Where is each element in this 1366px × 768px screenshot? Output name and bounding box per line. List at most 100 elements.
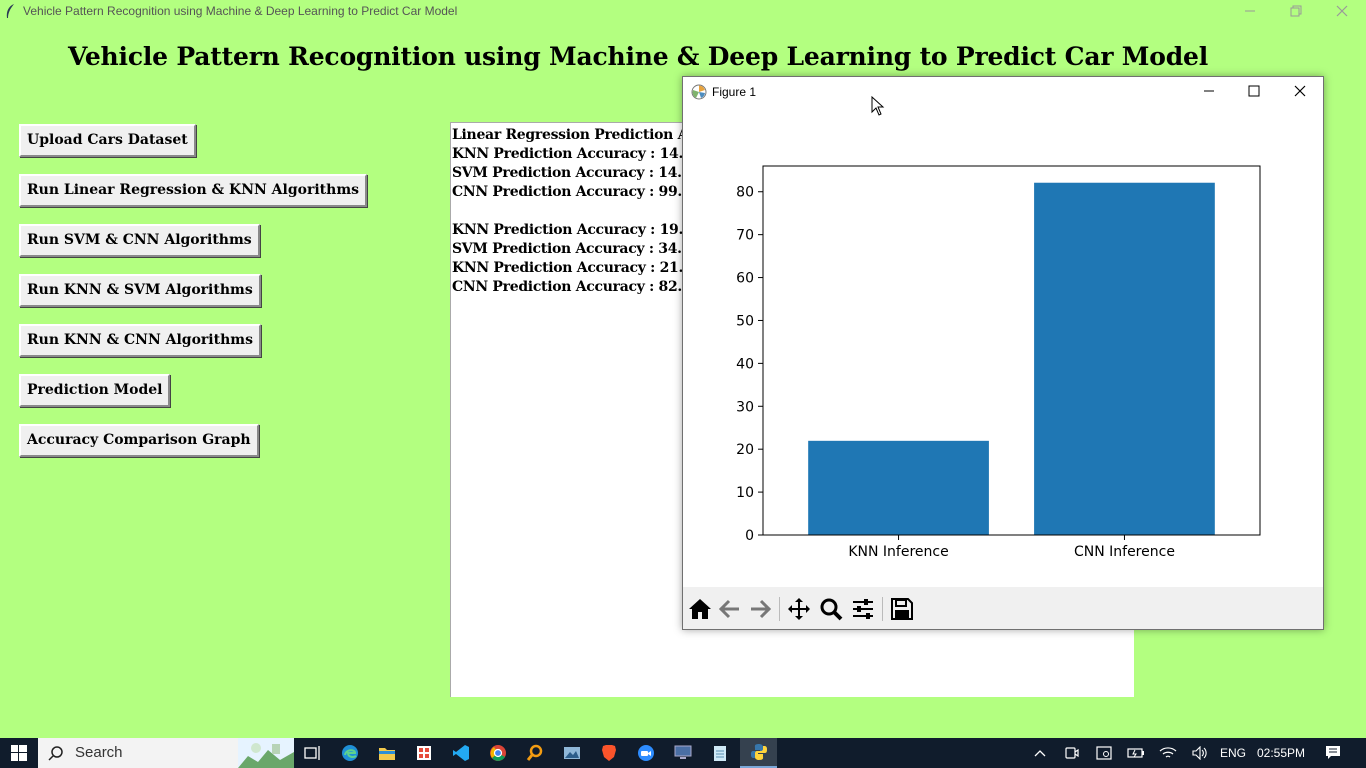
- notifications-icon: [1326, 746, 1340, 759]
- taskbar-remote-desktop[interactable]: [664, 738, 701, 768]
- x-tick-label: CNN Inference: [1074, 544, 1175, 560]
- close-button[interactable]: [1319, 0, 1365, 23]
- taskbar-vscode[interactable]: [442, 738, 479, 768]
- save-icon: [891, 598, 913, 620]
- brave-icon: [601, 745, 616, 761]
- y-tick-label: 60: [736, 271, 754, 287]
- wifi-icon: [1159, 747, 1177, 758]
- matplotlib-icon: [691, 84, 707, 100]
- taskbar-chrome[interactable]: [479, 738, 516, 768]
- figure-window: Figure 1 KNN Inference CNN Inference 0 10 20…: [682, 76, 1324, 630]
- y-tick-label: 20: [736, 442, 754, 458]
- start-button[interactable]: [0, 738, 37, 768]
- figure-close-button[interactable]: [1277, 77, 1323, 107]
- bar-chart: KNN Inference CNN Inference 0 10 20 30 40 50 60 7…: [736, 165, 1261, 560]
- search-icon: [48, 746, 63, 761]
- accuracy-graph-button[interactable]: Accuracy Comparison Graph: [19, 424, 259, 457]
- store-icon: [416, 746, 431, 760]
- taskbar-brave[interactable]: [590, 738, 627, 768]
- monitor-icon: [674, 745, 691, 759]
- back-button[interactable]: [716, 595, 744, 623]
- tray-battery[interactable]: [1124, 738, 1148, 768]
- chevron-up-icon: [1034, 750, 1046, 757]
- chrome-icon: [489, 745, 506, 761]
- speaker-icon: [1192, 746, 1207, 760]
- figure-title: Figure 1: [712, 85, 757, 99]
- camera-icon: [1065, 747, 1079, 759]
- magnifier-app-icon: [526, 744, 542, 761]
- taskbar: Search ENG 02:55PM: [0, 738, 1366, 768]
- y-tick-label: 50: [736, 313, 754, 329]
- battery-icon: [1127, 748, 1144, 758]
- pan-icon: [788, 598, 810, 620]
- taskbar-edge[interactable]: [331, 738, 368, 768]
- taskbar-python[interactable]: [740, 738, 777, 768]
- tray-network[interactable]: [1156, 738, 1180, 768]
- close-icon: [1294, 85, 1306, 97]
- restore-icon: [1290, 5, 1302, 17]
- taskbar-file-explorer[interactable]: [368, 738, 405, 768]
- settings-tray-icon: [1096, 746, 1112, 760]
- taskbar-notepad[interactable]: [701, 738, 738, 768]
- run-knn-cnn-button[interactable]: Run KNN & CNN Algorithms: [19, 324, 261, 357]
- taskbar-image-viewer[interactable]: [553, 738, 590, 768]
- figure-maximize-button[interactable]: [1231, 77, 1277, 107]
- y-tick-label: 30: [736, 399, 754, 415]
- tray-volume[interactable]: [1188, 738, 1212, 768]
- tray-display[interactable]: [1092, 738, 1116, 768]
- minimize-icon: [1204, 90, 1214, 92]
- configure-subplots-icon: [853, 599, 873, 619]
- y-tick-label: 10: [736, 485, 754, 501]
- page-title: Vehicle Pattern Recognition using Machin…: [67, 42, 1209, 71]
- run-svm-cnn-button[interactable]: Run SVM & CNN Algorithms: [19, 224, 260, 257]
- show-hidden-icons-button[interactable]: [1028, 738, 1052, 768]
- upload-dataset-button[interactable]: Upload Cars Dataset: [19, 124, 196, 157]
- figure-titlebar: Figure 1: [683, 77, 1323, 107]
- run-knn-svm-button[interactable]: Run KNN & SVM Algorithms: [19, 274, 261, 307]
- vscode-icon: [452, 745, 469, 761]
- edge-icon: [341, 745, 358, 761]
- pan-button[interactable]: [785, 595, 813, 623]
- tray-meet-now[interactable]: [1060, 738, 1084, 768]
- maximize-icon: [1248, 85, 1260, 97]
- tray-clock[interactable]: 02:55PM: [1252, 738, 1310, 768]
- python-feather-icon: [6, 4, 14, 18]
- window-titlebar: Vehicle Pattern Recognition using Machin…: [0, 0, 1366, 23]
- tray-language[interactable]: ENG: [1218, 738, 1248, 768]
- zoom-app-icon: [637, 745, 654, 761]
- python-icon: [750, 744, 767, 760]
- folder-icon: [378, 748, 395, 760]
- window-title: Vehicle Pattern Recognition using Machin…: [23, 4, 458, 18]
- minimize-button[interactable]: [1227, 0, 1273, 23]
- zoom-icon: [820, 598, 843, 621]
- configure-subplots-button[interactable]: [849, 595, 877, 623]
- image-viewer-icon: [563, 747, 580, 759]
- search-highlight-image: [238, 738, 294, 768]
- taskbar-zoom[interactable]: [627, 738, 664, 768]
- mouse-cursor-icon: [871, 96, 885, 116]
- zoom-button[interactable]: [817, 595, 845, 623]
- forward-button[interactable]: [746, 595, 774, 623]
- toolbar-divider: [882, 597, 883, 621]
- y-tick-label: 70: [736, 228, 754, 244]
- taskbar-search-app[interactable]: [516, 738, 553, 768]
- prediction-model-button[interactable]: Prediction Model: [19, 374, 171, 407]
- task-view-icon: [303, 746, 320, 760]
- run-linear-knn-button[interactable]: Run Linear Regression & KNN Algorithms: [19, 174, 368, 207]
- toolbar-divider: [779, 597, 780, 621]
- minimize-icon: [1245, 10, 1255, 12]
- action-center-button[interactable]: [1318, 738, 1348, 768]
- search-placeholder: Search: [75, 744, 123, 761]
- figure-toolbar: [683, 587, 1323, 629]
- forward-icon: [751, 599, 771, 619]
- taskbar-app-store[interactable]: [405, 738, 442, 768]
- restore-button[interactable]: [1273, 0, 1319, 23]
- taskbar-search[interactable]: Search: [38, 738, 294, 768]
- back-icon: [719, 599, 739, 619]
- y-tick-label: 0: [745, 528, 754, 544]
- save-button[interactable]: [888, 595, 916, 623]
- figure-minimize-button[interactable]: [1186, 77, 1232, 107]
- home-button[interactable]: [686, 595, 714, 623]
- task-view-button[interactable]: [294, 738, 331, 768]
- home-icon: [689, 599, 711, 619]
